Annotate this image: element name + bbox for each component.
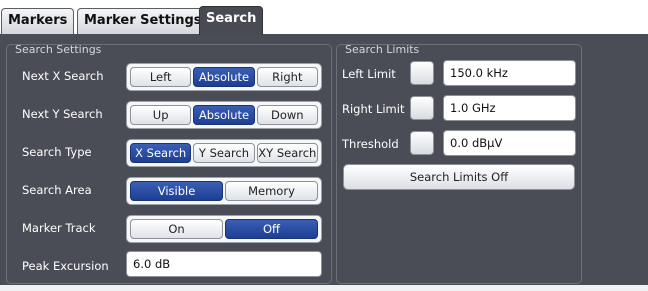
threshold-checkbox[interactable]	[410, 131, 434, 155]
marker-track-toggle: On Off	[126, 215, 322, 243]
search-limits-off-button[interactable]: Search Limits Off	[343, 164, 575, 190]
next-x-left-button[interactable]: Left	[130, 67, 192, 87]
right-limit-label: Right Limit	[342, 102, 405, 116]
x-search-button[interactable]: X Search	[130, 143, 192, 163]
search-area-label: Search Area	[22, 183, 92, 197]
marker-track-on-button[interactable]: On	[130, 219, 223, 239]
tab-search[interactable]: Search	[199, 6, 264, 35]
threshold-input[interactable]: 0.0 dBµV	[443, 130, 576, 156]
marker-track-off-button[interactable]: Off	[225, 219, 318, 239]
peak-excursion-input[interactable]: 6.0 dB	[126, 251, 322, 277]
search-panel: Search Settings Next X Search Left Absol…	[0, 34, 648, 291]
marker-track-label: Marker Track	[22, 221, 96, 235]
bottom-strip	[0, 285, 648, 291]
search-type-label: Search Type	[22, 145, 92, 159]
search-type-toggle: X Search Y Search XY Search	[126, 139, 322, 167]
search-area-visible-button[interactable]: Visible	[130, 181, 223, 201]
next-y-search-label: Next Y Search	[22, 107, 103, 121]
search-area-memory-button[interactable]: Memory	[225, 181, 318, 201]
right-limit-input[interactable]: 1.0 GHz	[443, 95, 576, 121]
search-settings-title: Search Settings	[15, 43, 102, 56]
tab-bar: Markers Marker Settings Search	[0, 0, 648, 35]
tab-markers[interactable]: Markers	[1, 8, 75, 34]
next-x-right-button[interactable]: Right	[256, 67, 318, 87]
threshold-label: Threshold	[342, 137, 399, 151]
next-y-absolute-button[interactable]: Absolute	[193, 105, 255, 125]
left-limit-input[interactable]: 150.0 kHz	[443, 60, 576, 86]
search-limits-title: Search Limits	[345, 43, 420, 56]
right-limit-checkbox[interactable]	[410, 96, 434, 120]
left-limit-checkbox[interactable]	[410, 61, 434, 85]
next-x-search-toggle: Left Absolute Right	[126, 63, 322, 91]
next-x-search-label: Next X Search	[22, 69, 104, 83]
xy-search-button[interactable]: XY Search	[256, 143, 318, 163]
next-y-search-toggle: Up Absolute Down	[126, 101, 322, 129]
next-x-absolute-button[interactable]: Absolute	[193, 67, 255, 87]
next-y-up-button[interactable]: Up	[130, 105, 192, 125]
search-area-toggle: Visible Memory	[126, 177, 322, 205]
tab-marker-settings[interactable]: Marker Settings	[77, 8, 209, 34]
y-search-button[interactable]: Y Search	[193, 143, 255, 163]
left-limit-label: Left Limit	[342, 67, 396, 81]
peak-excursion-label: Peak Excursion	[22, 259, 109, 273]
next-y-down-button[interactable]: Down	[256, 105, 318, 125]
